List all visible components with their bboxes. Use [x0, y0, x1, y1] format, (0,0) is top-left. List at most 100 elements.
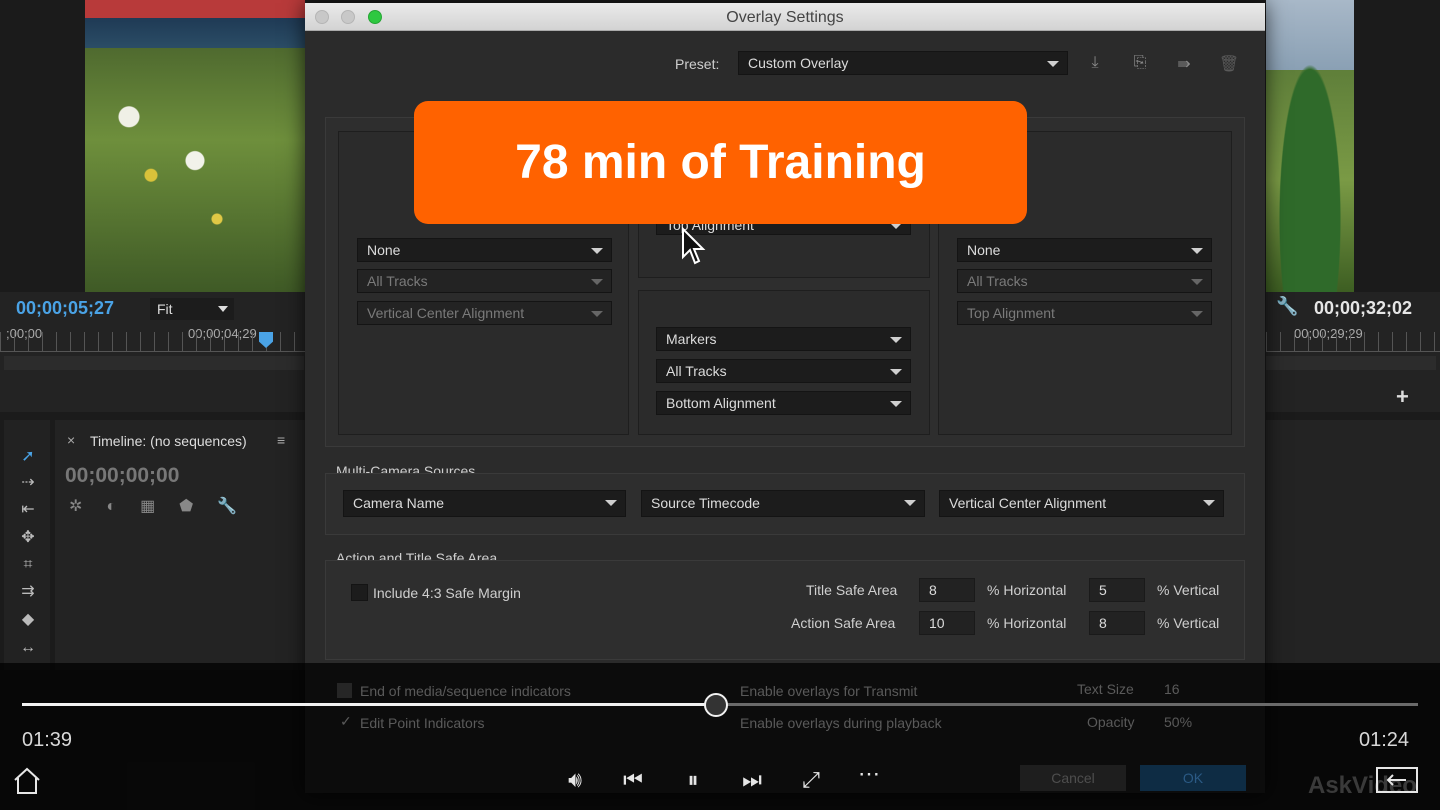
add-marker-icon[interactable]: ▦	[140, 498, 179, 515]
panel-menu-icon[interactable]: ≡	[277, 432, 285, 448]
training-promo-badge: 78 min of Training	[414, 101, 1027, 224]
edit-point-label: Edit Point Indicators	[360, 715, 485, 731]
chevron-down-icon	[890, 401, 902, 407]
close-icon[interactable]: ×	[67, 432, 75, 448]
save-preset-icon[interactable]: ⤓	[1082, 54, 1108, 76]
chevron-down-icon	[1191, 311, 1203, 317]
multicam-alignment-dropdown[interactable]: Vertical Center Alignment	[939, 490, 1224, 517]
multicam-name-value: Camera Name	[353, 495, 445, 511]
chevron-down-icon	[904, 500, 916, 506]
title-safe-horizontal-input[interactable]: 8	[919, 578, 975, 602]
program-ruler[interactable]	[1266, 332, 1440, 352]
razor-tool-icon[interactable]: ⇉	[16, 581, 40, 603]
multicam-name-dropdown[interactable]: Camera Name	[343, 490, 626, 517]
tools-panel: ➚ ⇢ ⇤ ✥ ⌗ ⇉ ◆ ↔	[4, 420, 50, 670]
rate-stretch-tool-icon[interactable]: ⌗	[16, 554, 40, 576]
marker-icon[interactable]: ⬟	[179, 498, 217, 515]
previous-icon[interactable]: ⏮︎	[615, 764, 651, 796]
import-preset-icon[interactable]: ⎘	[1127, 54, 1153, 76]
program-scrollbar[interactable]	[1266, 356, 1436, 370]
fit-dropdown[interactable]: Fit	[150, 298, 234, 320]
preset-value: Custom Overlay	[748, 55, 849, 71]
progress-scrubber[interactable]	[704, 693, 728, 717]
middle-bottom-source-value: Markers	[666, 331, 717, 347]
middle-bottom-source-dropdown[interactable]: Markers	[656, 327, 911, 351]
left-alignment-dropdown[interactable]: Vertical Center Alignment	[357, 301, 612, 325]
action-safe-horizontal-input[interactable]: 10	[919, 611, 975, 635]
more-options-icon[interactable]: ⋯	[851, 758, 887, 790]
exit-view-icon[interactable]	[1376, 767, 1418, 793]
slip-tool-icon[interactable]: ◆	[16, 609, 40, 631]
opacity-value[interactable]: 50%	[1164, 714, 1192, 730]
title-v-unit: % Vertical	[1157, 582, 1220, 598]
right-tracks-value: All Tracks	[967, 273, 1028, 289]
end-media-checkbox[interactable]	[337, 683, 352, 698]
delete-preset-icon[interactable]: 🗑	[1216, 54, 1242, 76]
add-button-icon[interactable]: +	[1396, 384, 1409, 410]
volume-icon[interactable]: 🔊︎	[557, 764, 593, 796]
chevron-down-icon	[1191, 279, 1203, 285]
checkmark-icon[interactable]: ✓	[340, 713, 352, 730]
right-empty-panel	[1266, 420, 1440, 670]
wrench-icon[interactable]: 🔧	[1276, 296, 1298, 317]
right-source-dropdown[interactable]: None	[957, 238, 1212, 262]
multicam-timecode-dropdown[interactable]: Source Timecode	[641, 490, 925, 517]
preset-label: Preset:	[675, 56, 720, 72]
fit-label: Fit	[157, 301, 173, 317]
chevron-down-icon	[605, 500, 617, 506]
right-alignment-dropdown[interactable]: Top Alignment	[957, 301, 1212, 325]
chevron-down-icon	[1191, 248, 1203, 254]
action-h-unit: % Horizontal	[987, 615, 1067, 631]
program-timecode[interactable]: 00;00;32;02	[1314, 298, 1412, 319]
opacity-label: Opacity	[1087, 714, 1135, 730]
fullscreen-icon[interactable]: ⤢	[793, 764, 829, 796]
source-scrollbar[interactable]	[4, 356, 304, 370]
chevron-down-icon	[890, 369, 902, 375]
selection-tool-icon[interactable]: ➚	[16, 446, 40, 468]
home-icon[interactable]	[12, 766, 42, 796]
preset-dropdown[interactable]: Custom Overlay	[738, 51, 1068, 75]
timeline-toolbar: ✲◐▦⬟🔧	[69, 496, 261, 516]
settings-wrench-icon[interactable]: 🔧	[217, 498, 261, 515]
dialog-titlebar: Overlay Settings	[305, 3, 1265, 31]
action-safe-vertical-input[interactable]: 8	[1089, 611, 1145, 635]
ok-button[interactable]: OK	[1140, 765, 1246, 791]
left-tracks-dropdown[interactable]: All Tracks	[357, 269, 612, 293]
right-tracks-dropdown[interactable]: All Tracks	[957, 269, 1212, 293]
text-size-label: Text Size	[1077, 681, 1134, 697]
text-size-value[interactable]: 16	[1164, 681, 1180, 697]
ripple-edit-tool-icon[interactable]: ⇤	[16, 499, 40, 521]
linked-selection-icon[interactable]: ◐	[106, 498, 140, 515]
include-safe-margin-checkbox[interactable]	[351, 584, 368, 601]
pause-icon[interactable]: ⏸︎	[675, 764, 711, 796]
middle-bottom-tracks-dropdown[interactable]: All Tracks	[656, 359, 911, 383]
left-source-dropdown[interactable]: None	[357, 238, 612, 262]
left-alignment-value: Vertical Center Alignment	[367, 305, 525, 321]
program-monitor-controls: 🔧 00;00;32;02 00;00;29;29 +	[1266, 292, 1440, 412]
action-safe-label: Action Safe Area	[791, 615, 896, 631]
export-preset-icon[interactable]: ⇛	[1171, 54, 1197, 76]
rolling-edit-tool-icon[interactable]: ✥	[16, 527, 40, 549]
source-timecode[interactable]: 00;00;05;27	[16, 298, 114, 319]
source-monitor-frame	[85, 0, 305, 292]
program-monitor-frame	[1266, 0, 1354, 292]
chevron-down-icon	[218, 306, 228, 312]
snap-icon[interactable]: ✲	[69, 498, 106, 515]
next-icon[interactable]: ⏭︎	[734, 764, 770, 796]
timeline-timecode[interactable]: 00;00;00;00	[65, 464, 179, 488]
chevron-down-icon	[1047, 61, 1059, 67]
safe-area-group	[325, 560, 1245, 660]
title-safe-vertical-input[interactable]: 5	[1089, 578, 1145, 602]
slide-tool-icon[interactable]: ↔	[16, 637, 40, 659]
cancel-button[interactable]: Cancel	[1020, 765, 1126, 791]
left-source-value: None	[367, 242, 401, 258]
track-select-tool-icon[interactable]: ⇢	[16, 472, 40, 494]
playback-label: Enable overlays during playback	[740, 715, 942, 731]
middle-bottom-alignment-dropdown[interactable]: Bottom Alignment	[656, 391, 911, 415]
left-tracks-value: All Tracks	[367, 273, 428, 289]
right-source-value: None	[967, 242, 1001, 258]
timeline-title[interactable]: Timeline: (no sequences)	[90, 433, 247, 449]
dialog-title: Overlay Settings	[726, 9, 844, 26]
action-v-unit: % Vertical	[1157, 615, 1220, 631]
middle-bottom-alignment-value: Bottom Alignment	[666, 395, 776, 411]
